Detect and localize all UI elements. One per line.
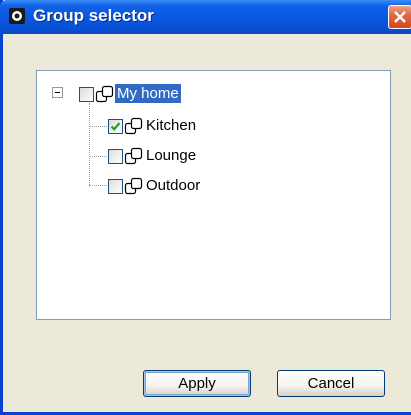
app-icon — [9, 8, 25, 24]
close-icon — [394, 11, 406, 23]
tree-connector — [89, 185, 107, 186]
close-button[interactable] — [388, 5, 411, 29]
tree-node-outdoor[interactable]: Outdoor — [37, 161, 237, 195]
checkbox-my-home[interactable] — [79, 87, 94, 102]
tree-node-kitchen[interactable]: Kitchen — [37, 101, 237, 135]
title-bar[interactable]: Group selector — [0, 0, 411, 34]
group-icon — [124, 177, 143, 195]
cancel-button[interactable]: Cancel — [277, 370, 385, 397]
group-selector-window: Group selector My home Kitchen Lounge Ou… — [0, 0, 411, 415]
group-tree[interactable]: My home Kitchen Lounge Outdoor — [36, 70, 391, 320]
collapse-icon[interactable] — [52, 87, 63, 98]
apply-button[interactable]: Apply — [143, 370, 251, 397]
tree-connector — [89, 126, 107, 127]
tree-node-label[interactable]: Outdoor — [144, 176, 202, 195]
checkbox-outdoor[interactable] — [108, 179, 123, 194]
tree-node-lounge[interactable]: Lounge — [37, 131, 237, 165]
window-title: Group selector — [33, 6, 154, 25]
tree-node-my-home[interactable]: My home — [37, 71, 237, 103]
tree-connector — [89, 156, 107, 157]
